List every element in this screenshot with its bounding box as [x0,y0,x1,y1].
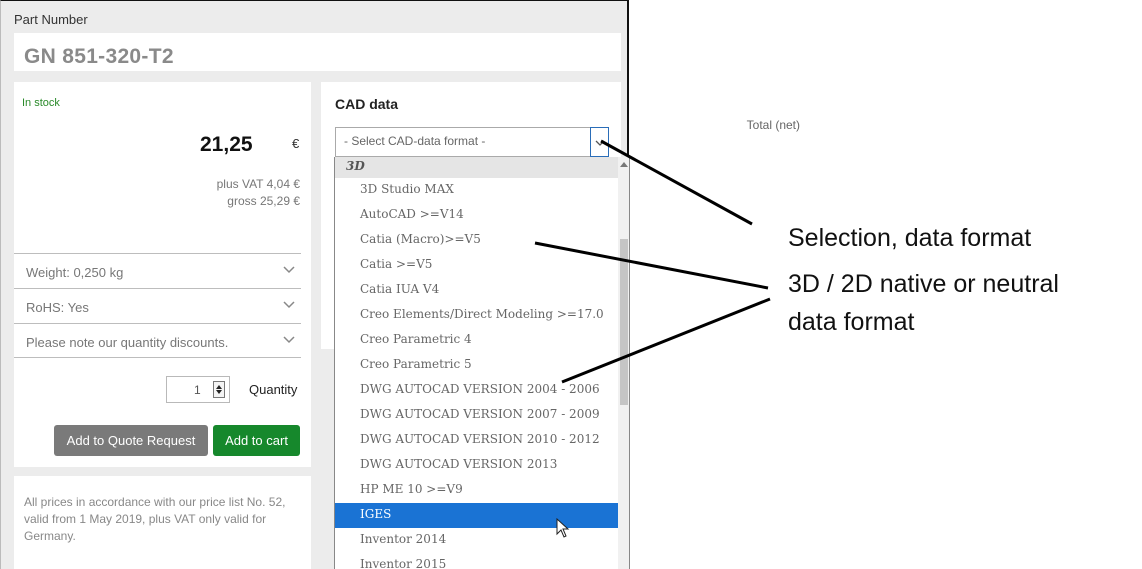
pointer-line-format [534,241,769,290]
annotation-selection: Selection, data format [788,224,1032,252]
pointer-line-select [600,139,753,226]
annotation-format-line2: data format [788,308,915,336]
annotation-format-line1: 3D / 2D native or neutral [788,270,1059,298]
pointer-line-format [561,297,771,384]
